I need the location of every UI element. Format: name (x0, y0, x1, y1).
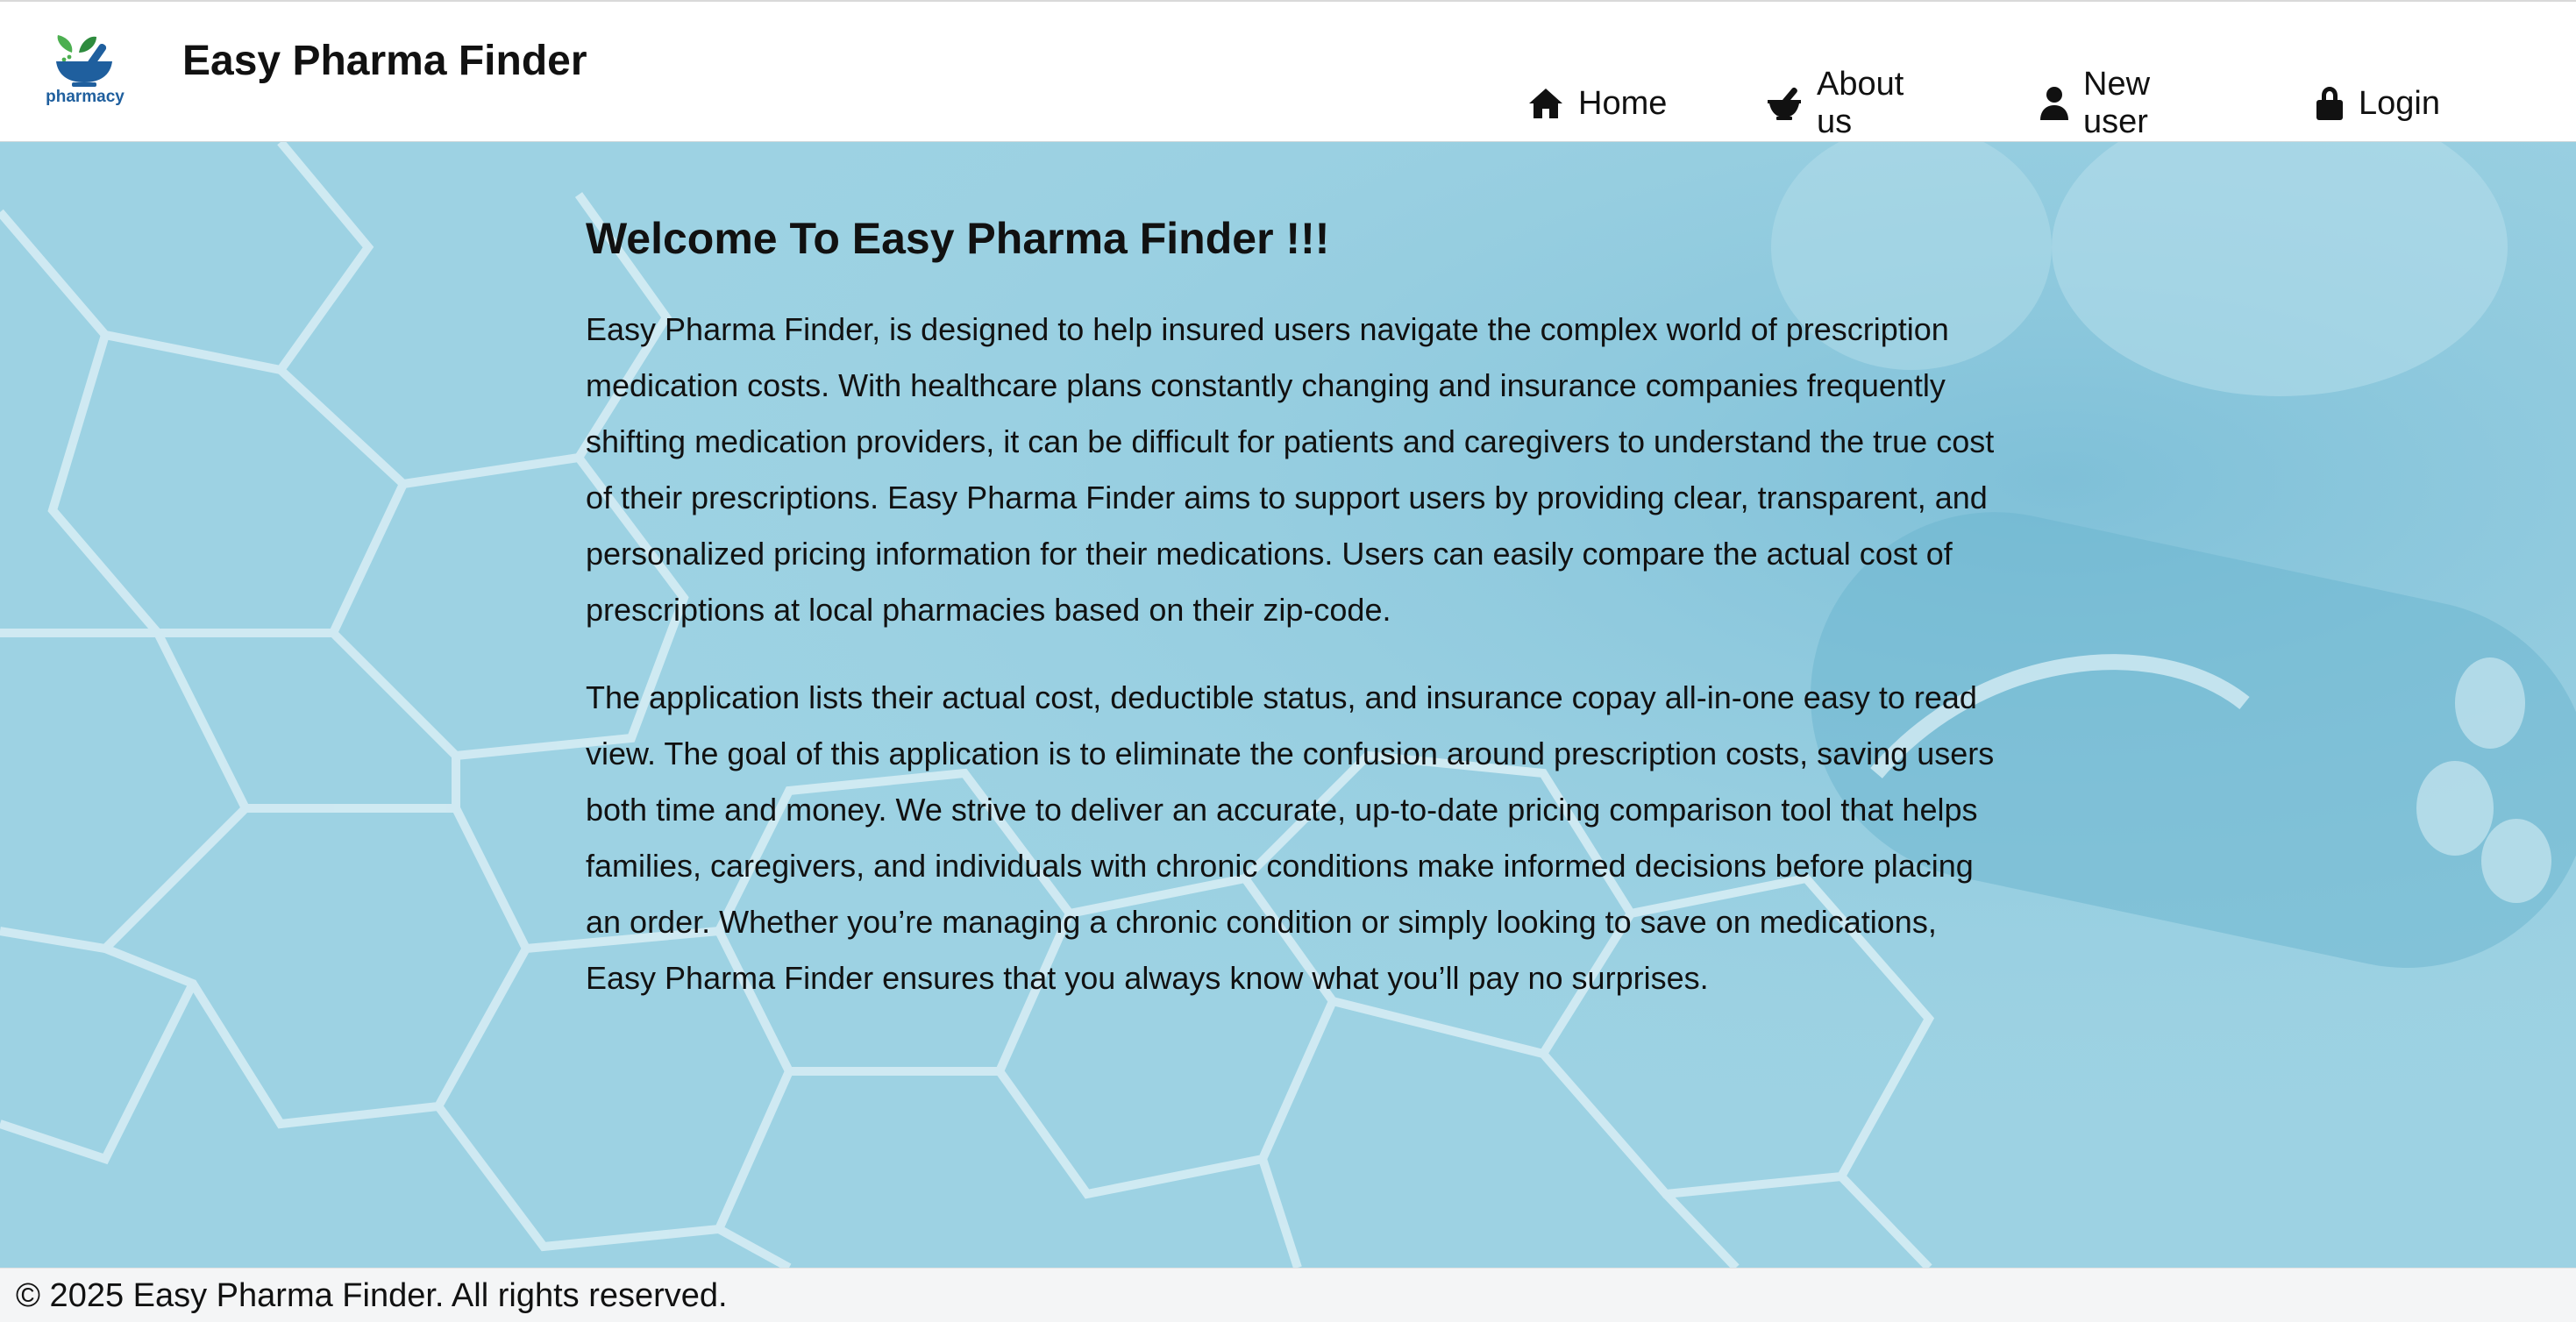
mortar-pestle-icon (1768, 87, 1801, 120)
nav-about-us[interactable]: About us (1766, 66, 1904, 140)
mortar-pestle-logo-icon (56, 35, 112, 87)
home-icon (1529, 89, 1562, 118)
nav-new-user[interactable]: New user (2039, 66, 2150, 140)
hero-section: Welcome To Easy Pharma Finder !!! Easy P… (0, 142, 2576, 1268)
nav-login[interactable]: Login (2315, 79, 2440, 128)
copyright-text: © 2025 Easy Pharma Finder. All rights re… (16, 1277, 728, 1314)
welcome-heading: Welcome To Easy Pharma Finder !!! (586, 214, 1330, 263)
nav-home-label: Home (1578, 84, 1668, 122)
nav-new-user-label: New user (2083, 66, 2151, 140)
logo-text: pharmacy (46, 88, 125, 106)
nav-about-us-label: About us (1817, 66, 1904, 140)
site-footer: © 2025 Easy Pharma Finder. All rights re… (0, 1268, 2576, 1322)
user-icon (2040, 87, 2068, 120)
pharmacy-logo[interactable]: pharmacy (46, 33, 125, 112)
nav-home[interactable]: Home (1527, 79, 1667, 128)
welcome-content: Welcome To Easy Pharma Finder !!! Easy P… (586, 210, 2006, 1038)
intro-paragraph: Easy Pharma Finder, is designed to help … (586, 311, 1995, 628)
mission-paragraph: The application lists their actual cost,… (586, 679, 1995, 996)
lock-icon (2316, 87, 2343, 120)
site-title[interactable]: Easy Pharma Finder (182, 37, 587, 85)
site-header: pharmacy Easy Pharma Finder Home About u… (0, 0, 2576, 142)
nav-login-label: Login (2359, 84, 2440, 122)
